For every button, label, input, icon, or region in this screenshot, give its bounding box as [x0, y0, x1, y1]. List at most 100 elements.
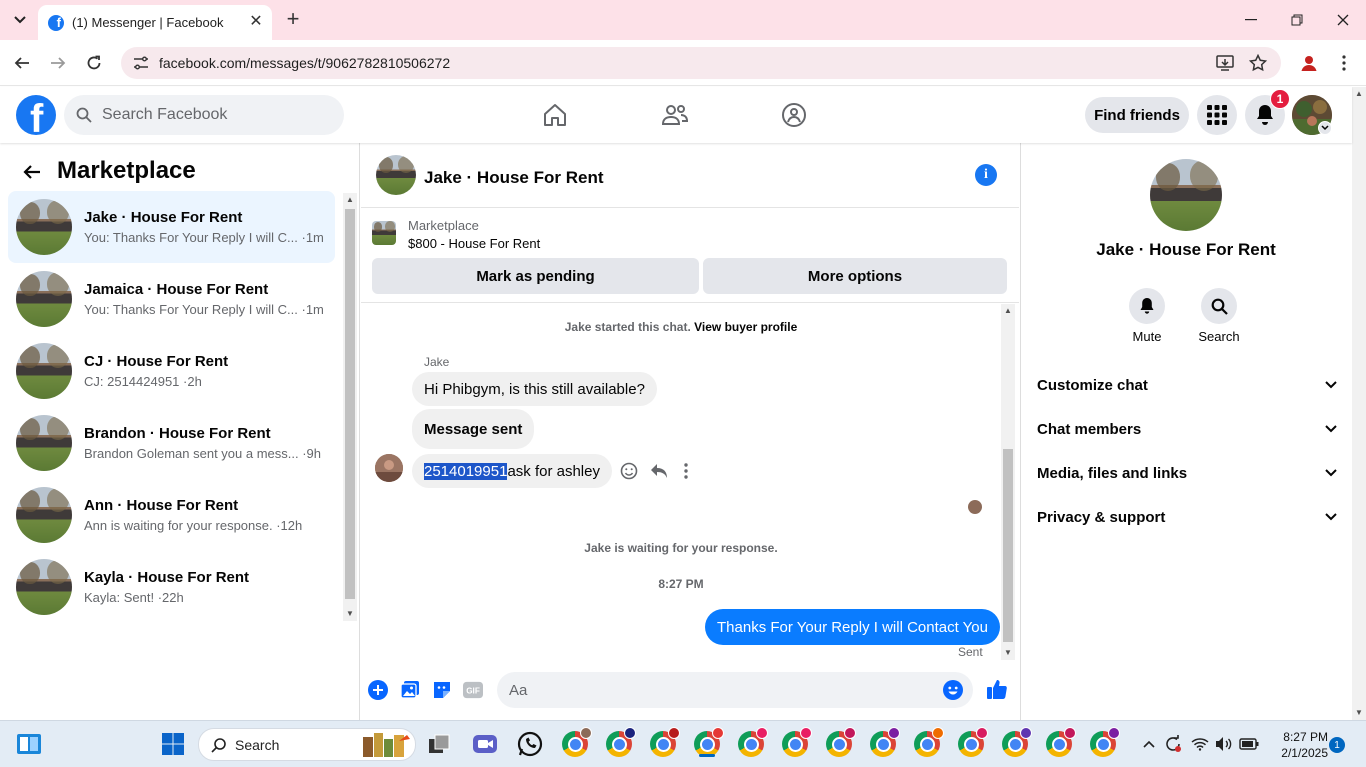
home-icon[interactable]	[539, 99, 571, 131]
restore-icon[interactable]	[1274, 6, 1320, 34]
widgets-icon[interactable]	[14, 729, 44, 759]
volume-icon[interactable]	[1213, 733, 1235, 755]
scroll-down-icon[interactable]: ▼	[1001, 646, 1015, 660]
whatsapp-icon[interactable]	[515, 729, 545, 759]
task-view-icon[interactable]	[424, 729, 454, 759]
facebook-search-box[interactable]	[64, 95, 344, 135]
chrome-profile-icon[interactable]	[736, 727, 768, 759]
chrome-profile-icon[interactable]	[1000, 727, 1032, 759]
conversation-item[interactable]: CJ · House For Rent CJ: 2514424951 ·2h	[8, 335, 335, 407]
account-chevron-icon[interactable]	[1318, 121, 1332, 135]
search-in-chat-button[interactable]: Search	[1189, 288, 1249, 344]
chrome-profile-icon[interactable]	[868, 727, 900, 759]
listing-thumbnail[interactable]	[372, 221, 396, 245]
browser-menu-icon[interactable]	[1334, 52, 1354, 74]
chrome-profile-icon[interactable]	[648, 727, 680, 759]
privacy-support-section[interactable]: Privacy & support	[1037, 505, 1337, 529]
site-info-icon[interactable]	[131, 53, 151, 73]
scrollbar-thumb[interactable]	[345, 209, 355, 599]
react-emoji-icon[interactable]	[620, 462, 638, 480]
view-buyer-profile-link[interactable]: View buyer profile	[694, 320, 797, 334]
taskbar-clock[interactable]: 8:27 PM 2/1/2025	[1268, 729, 1328, 761]
customize-chat-section[interactable]: Customize chat	[1037, 373, 1337, 397]
bookmark-star-icon[interactable]	[1246, 51, 1270, 75]
groups-icon[interactable]	[778, 99, 810, 131]
selected-phone-number[interactable]: 2514019951	[424, 462, 508, 480]
more-options-button[interactable]: More options	[703, 258, 1007, 294]
sticker-icon[interactable]	[432, 680, 452, 700]
friends-icon[interactable]	[659, 99, 691, 131]
mark-as-pending-button[interactable]: Mark as pending	[372, 258, 699, 294]
browser-profile-icon[interactable]	[1298, 52, 1320, 74]
reply-icon[interactable]	[650, 463, 668, 479]
sidebar-scrollbar[interactable]: ▲ ▼	[343, 193, 357, 621]
gif-icon[interactable]: GIF	[463, 680, 483, 700]
chrome-profile-icon[interactable]	[560, 727, 592, 759]
sync-icon[interactable]	[1162, 733, 1184, 755]
taskbar-search[interactable]: Search	[198, 728, 416, 761]
address-bar[interactable]: facebook.com/messages/t/9062782810506272	[121, 47, 1281, 79]
mute-button[interactable]: Mute	[1117, 288, 1177, 344]
sender-avatar[interactable]	[375, 454, 403, 482]
scroll-up-icon[interactable]: ▲	[1001, 304, 1015, 318]
chrome-profile-icon[interactable]	[604, 727, 636, 759]
scroll-down-icon[interactable]: ▼	[1352, 706, 1366, 720]
chrome-profile-icon[interactable]	[780, 727, 812, 759]
start-windows-icon[interactable]	[158, 729, 188, 759]
notification-center-badge[interactable]: 1	[1329, 737, 1345, 753]
listing-title[interactable]: $800 - House For Rent	[408, 236, 540, 251]
meet-video-icon[interactable]	[470, 729, 500, 759]
minimize-icon[interactable]	[1228, 6, 1274, 34]
close-tab-icon[interactable]: ✕	[248, 14, 264, 30]
chrome-profile-icon[interactable]	[1088, 727, 1120, 759]
scroll-up-icon[interactable]: ▲	[343, 193, 357, 207]
new-tab-icon[interactable]: +	[282, 8, 304, 31]
find-friends-button[interactable]: Find friends	[1085, 97, 1189, 133]
incoming-message[interactable]: Message sent	[412, 409, 535, 449]
conversation-item[interactable]: Jamaica · House For Rent You: Thanks For…	[8, 263, 335, 335]
back-arrow-icon[interactable]	[10, 51, 34, 75]
chat-title[interactable]: Jake · House For Rent	[424, 168, 604, 188]
close-window-icon[interactable]	[1320, 6, 1366, 34]
facebook-search-input[interactable]	[102, 106, 322, 124]
reload-icon[interactable]	[82, 51, 106, 75]
emoji-icon[interactable]	[943, 680, 963, 700]
incoming-message[interactable]: Hi Phibgym, is this still available?	[412, 372, 657, 406]
incoming-message[interactable]: 2514019951 ask for ashley	[412, 454, 612, 488]
media-files-links-section[interactable]: Media, files and links	[1037, 461, 1337, 485]
scroll-down-icon[interactable]: ▼	[343, 607, 357, 621]
back-arrow-icon[interactable]	[20, 160, 44, 184]
menu-grid-icon[interactable]	[1197, 95, 1237, 135]
page-scrollbar[interactable]: ▲ ▼	[1352, 87, 1366, 720]
tab-search-chevron-icon[interactable]	[8, 8, 32, 32]
forward-arrow-icon[interactable]	[46, 51, 70, 75]
conversation-item[interactable]: Brandon · House For Rent Brandon Goleman…	[8, 407, 335, 479]
browser-tab[interactable]: f (1) Messenger | Facebook ✕	[38, 5, 272, 40]
chat-avatar[interactable]	[376, 155, 416, 195]
scroll-up-icon[interactable]: ▲	[1352, 87, 1366, 101]
battery-icon[interactable]	[1238, 733, 1260, 755]
outgoing-message[interactable]: Thanks For Your Reply I will Contact You	[705, 609, 1000, 645]
wifi-icon[interactable]	[1189, 733, 1211, 755]
message-input-box[interactable]	[497, 672, 973, 708]
conversation-item[interactable]: Kayla · House For Rent Kayla: Sent! ·22h	[8, 551, 335, 623]
message-input[interactable]	[509, 681, 909, 699]
install-app-icon[interactable]	[1213, 51, 1237, 75]
add-attachment-plus-icon[interactable]	[368, 680, 388, 700]
chat-scrollbar[interactable]: ▲ ▼	[1001, 304, 1015, 660]
conversation-item[interactable]: Jake · House For Rent You: Thanks For Yo…	[8, 191, 335, 263]
facebook-logo-icon[interactable]: f	[16, 95, 56, 135]
more-actions-icon[interactable]	[684, 463, 688, 479]
scrollbar-thumb[interactable]	[1003, 449, 1013, 642]
tray-chevron-up-icon[interactable]	[1138, 733, 1160, 755]
chrome-active-icon[interactable]	[692, 727, 724, 759]
chrome-profile-icon[interactable]	[824, 727, 856, 759]
chat-members-section[interactable]: Chat members	[1037, 417, 1337, 441]
chrome-profile-icon[interactable]	[1044, 727, 1076, 759]
conversation-item[interactable]: Ann · House For Rent Ann is waiting for …	[8, 479, 335, 551]
thumbs-up-icon[interactable]	[986, 678, 1008, 700]
details-avatar[interactable]	[1150, 159, 1222, 231]
chrome-profile-icon[interactable]	[956, 727, 988, 759]
photo-icon[interactable]	[400, 680, 420, 700]
info-icon[interactable]: i	[975, 164, 997, 186]
